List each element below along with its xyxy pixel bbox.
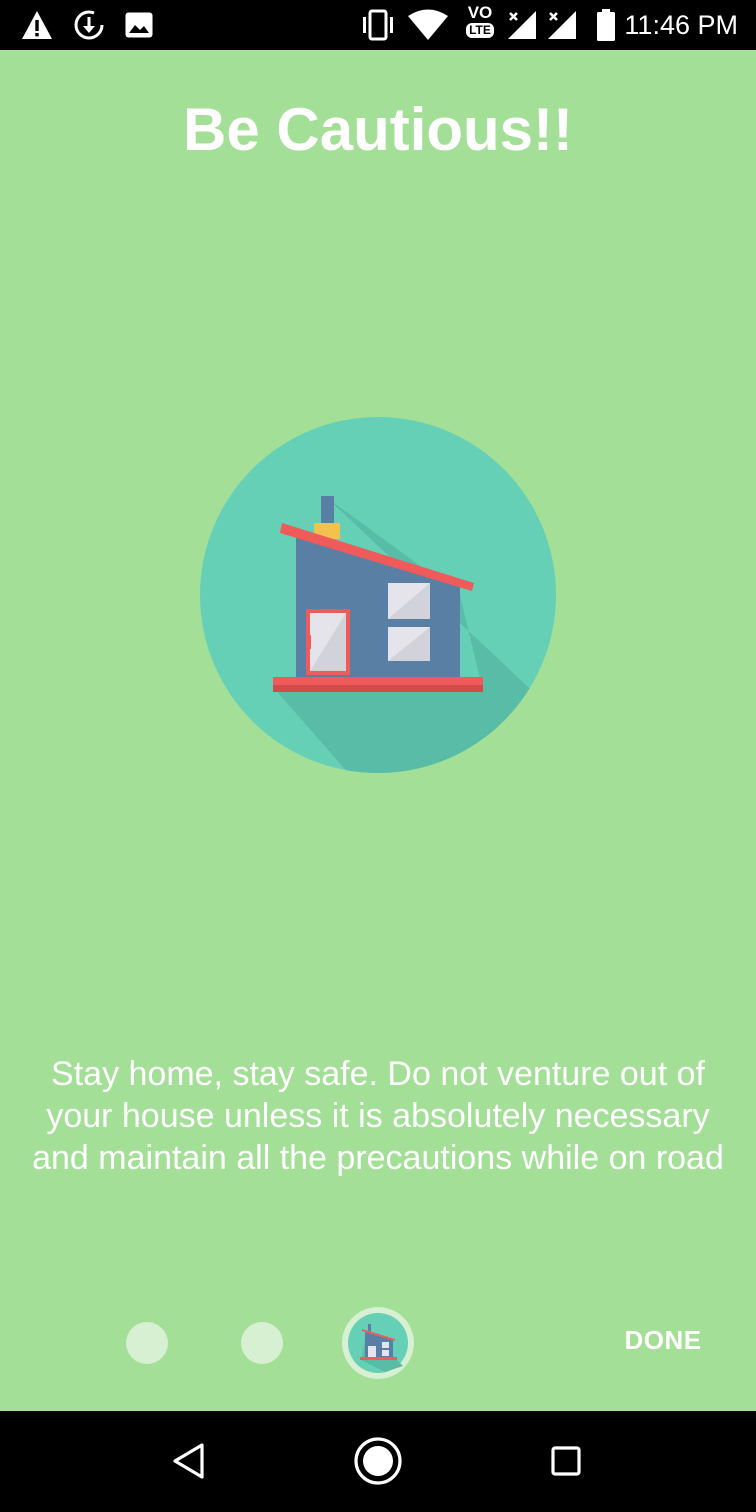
pager-dot-3-active[interactable] (341, 1306, 415, 1380)
volte-label: VO (467, 3, 493, 22)
signal-icon (506, 7, 538, 43)
signal-icon (546, 7, 578, 43)
description-text: Stay home, stay safe. Do not venture out… (32, 1055, 724, 1177)
home-icon[interactable] (348, 1431, 408, 1491)
lte-badge: LTE (466, 23, 494, 38)
vibrate-icon (360, 7, 396, 43)
page-title: Be Cautious!! (183, 96, 573, 163)
done-button[interactable]: DONE (608, 1318, 718, 1362)
house-icon (342, 1307, 414, 1379)
battery-icon (596, 7, 616, 43)
navigation-bar (0, 1411, 756, 1512)
sync-icon (72, 7, 106, 43)
clock: 11:46 PM (624, 10, 738, 40)
pager-dot-1[interactable] (126, 1322, 168, 1364)
house-icon (198, 415, 558, 775)
pager-dot-2[interactable] (241, 1322, 283, 1364)
back-icon[interactable] (159, 1431, 219, 1491)
wifi-icon (407, 7, 449, 43)
warning-icon (20, 7, 54, 43)
recents-icon[interactable] (536, 1431, 596, 1491)
image-icon (124, 7, 154, 43)
volte-icon: VO LTE (460, 3, 500, 47)
status-bar: VO LTE 11:46 PM (0, 0, 756, 50)
